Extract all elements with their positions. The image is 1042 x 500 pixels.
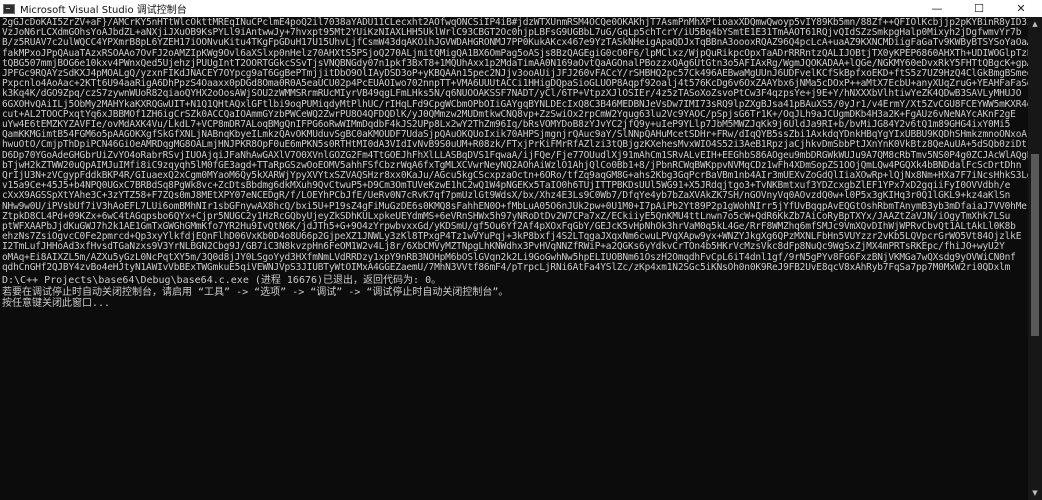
console-output[interactable]: 2gGJcDoKAI5ZrZV+aF}/AMCrKY5nHTtWlcOkttMR… [0, 17, 1028, 500]
status-line: 按任意键关闭此窗口... [2, 298, 111, 310]
title-bar[interactable]: Microsoft Visual Studio 调试控制台 — ☐ ✕ [0, 0, 1042, 17]
maximize-button[interactable]: ☐ [958, 0, 1000, 17]
chevron-up-icon[interactable]: ▲ [1028, 17, 1042, 31]
chevron-down-icon[interactable]: ▼ [1028, 486, 1042, 500]
minimize-button[interactable]: — [916, 0, 958, 17]
close-button[interactable]: ✕ [1000, 0, 1042, 17]
base64-output: 2gGJcDoKAI5ZrZV+aF}/AMCrKY5nHTtWlcOkttMR… [2, 17, 1028, 273]
vertical-scrollbar[interactable]: ▲ ▼ [1028, 17, 1042, 500]
status-line: D:\C++ Projects\base64\Debug\base64.c.ex… [2, 275, 442, 287]
console-window: Microsoft Visual Studio 调试控制台 — ☐ ✕ 2gGJ… [0, 0, 1042, 500]
console-app-icon [3, 3, 15, 14]
exit-status: D:\C++ Projects\base64\Debug\base64.c.ex… [2, 275, 1028, 310]
output-line: qdhCnGHf2QJBY4zvBo4eHJtyN1AWIvVbBExTWGmk… [2, 261, 1011, 273]
window-title: Microsoft Visual Studio 调试控制台 [20, 5, 187, 16]
status-line: 若要在调试停止时自动关闭控制台，请启用 “工具” -> “选项” -> “调试”… [2, 286, 509, 298]
window-controls: — ☐ ✕ [916, 0, 1042, 17]
scroll-thumb[interactable] [1031, 153, 1039, 336]
